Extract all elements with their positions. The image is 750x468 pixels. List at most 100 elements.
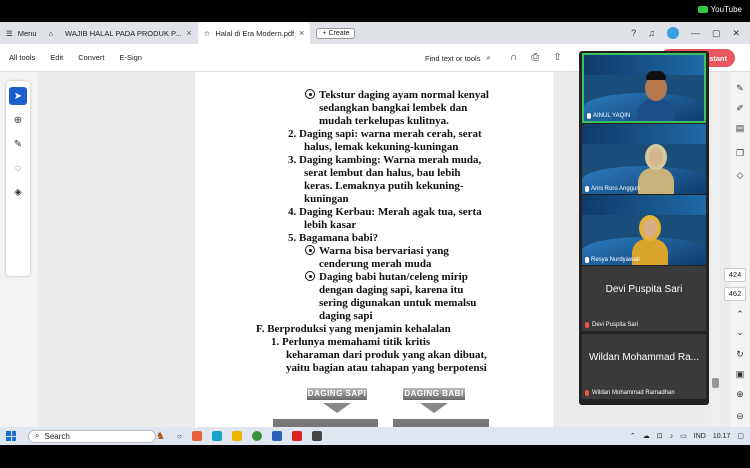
tile-name-tag: Devi Puspita Sari: [585, 322, 638, 328]
taskbar: ⌕ Search ♞ ○ ⌃ ☁ ⊡ ♪ ▭ IND 10.17 ▢: [0, 427, 750, 445]
zoom-tool[interactable]: ⊕: [9, 111, 27, 129]
doc-line: Daging babi hutan/celeng mirip: [305, 271, 468, 284]
doc-line: sering digunakan untuk memalsu: [319, 297, 477, 309]
maximize-icon[interactable]: ▢: [712, 28, 721, 39]
mic-icon: [585, 186, 589, 192]
save-icon[interactable]: ▣: [734, 368, 746, 380]
layers-icon[interactable]: ◇: [734, 169, 746, 181]
zoom-out-icon[interactable]: ⊖: [734, 410, 746, 422]
bell-icon[interactable]: ♫: [648, 28, 655, 38]
tab-halal-pdf[interactable]: ☆ Halal di Era Modern.pdf ×: [197, 22, 311, 44]
windows-start-icon[interactable]: [6, 431, 16, 441]
avatar[interactable]: [666, 27, 679, 39]
refresh-icon[interactable]: ↻: [734, 348, 746, 360]
participant-video[interactable]: Resya Nurdyawati: [582, 195, 706, 265]
edit-doc-icon[interactable]: ✐: [734, 102, 746, 114]
star-icon[interactable]: ☆: [204, 29, 211, 38]
doc-line: Warna bisa bervariasi yang: [305, 245, 449, 258]
edit-menu[interactable]: Edit: [50, 53, 63, 62]
doc-line: 2. Daging sapi: warna merah cerah, serat: [288, 128, 482, 140]
doc-line: lebih kasar: [304, 219, 357, 231]
word-icon[interactable]: [271, 431, 282, 441]
app-icon[interactable]: [191, 431, 202, 441]
doc-line: daging sapi: [319, 310, 373, 322]
participant-tile[interactable]: Wildan Mohammad Ra... Wildan Mohammad Ra…: [582, 334, 706, 399]
taskbar-search[interactable]: ⌕ Search: [28, 429, 156, 443]
find-tools[interactable]: Find text or tools ⌕: [425, 53, 491, 63]
headphones-icon[interactable]: ∩: [510, 52, 517, 63]
acrobat-icon[interactable]: [291, 431, 302, 441]
participant-photo: [638, 71, 674, 121]
esign-menu[interactable]: E-Sign: [119, 53, 142, 62]
battery-icon[interactable]: ▭: [680, 432, 687, 440]
tile-display-name: Wildan Mohammad Ra...: [588, 352, 700, 363]
doc-line: halus, lemak kekuning-kuningan: [304, 141, 459, 153]
tab-wajib-halal[interactable]: WAJIB HALAL PADA PRODUK P... ×: [59, 22, 198, 44]
participant-video[interactable]: Arini Roro Anggun: [582, 124, 706, 194]
zoom-in-icon[interactable]: ⊕: [734, 388, 746, 400]
video-overlay-top: YouTube: [0, 0, 750, 22]
window-controls: ? ♫ — ▢ ✕: [631, 22, 750, 44]
home-button[interactable]: ⌂: [43, 22, 60, 44]
tile-name-tag: Wildan Mohammad Ramadhan: [585, 390, 675, 396]
participant-tile[interactable]: Devi Puspita Sari Devi Puspita Sari: [582, 266, 706, 331]
notification-icon[interactable]: ▢: [737, 432, 744, 440]
doc-line: keras. Lemaknya putih kekuning-: [304, 180, 464, 192]
doc-line: serat lembut dan halus, bau lebih: [304, 167, 461, 179]
task-view-icon[interactable]: ○: [177, 432, 182, 441]
folder-icon[interactable]: [231, 431, 242, 441]
close-window-icon[interactable]: ✕: [732, 28, 740, 39]
cloud-icon[interactable]: ☁: [643, 432, 650, 440]
all-tools-menu[interactable]: All tools: [9, 53, 35, 62]
minimize-icon[interactable]: —: [691, 28, 700, 38]
participant-name-tag: Arini Roro Anggun: [585, 186, 640, 192]
print-icon[interactable]: ⎙: [531, 52, 539, 63]
participant-body: [638, 99, 674, 121]
create-label: Create: [328, 29, 350, 37]
chevron-up-icon[interactable]: ⌃: [734, 308, 746, 320]
video-overlay-bottom: [0, 445, 750, 468]
scrollbar-thumb[interactable]: [712, 378, 719, 388]
network-icon[interactable]: ⊡: [657, 432, 663, 440]
comment-icon[interactable]: ✎: [734, 82, 746, 94]
chrome-icon[interactable]: [251, 431, 262, 441]
left-tool-panel: ➤ ⊕ ✎ ◌ ◈: [0, 72, 38, 427]
menu-button[interactable]: ☰ Menu: [0, 22, 43, 44]
chevron-down-icon[interactable]: ⌄: [734, 326, 746, 338]
zoom-icon: ⊕: [13, 114, 23, 126]
doc-line: F. Berproduksi yang menjamin kehalalan: [256, 323, 451, 335]
upload-icon[interactable]: ⇧: [553, 52, 561, 63]
taskbar-apps: ○: [177, 431, 322, 441]
tile-label: Wildan Mohammad Ramadhan: [592, 390, 675, 396]
participant-video[interactable]: AINUL YAQIN: [582, 53, 706, 123]
chevron-up-icon[interactable]: ⌃: [630, 432, 636, 440]
participant-head: [639, 215, 661, 241]
menu-label: Menu: [17, 28, 37, 38]
fill-tool[interactable]: ◈: [9, 183, 27, 201]
lasso-tool[interactable]: ◌: [9, 159, 27, 177]
convert-menu[interactable]: Convert: [78, 53, 104, 62]
tile-display-name: Devi Puspita Sari: [605, 284, 683, 295]
create-button[interactable]: + Create: [316, 27, 356, 39]
tab-title: WAJIB HALAL PADA PRODUK P...: [65, 28, 182, 38]
volume-icon[interactable]: ♪: [670, 433, 674, 440]
vertical-scrollbar[interactable]: [711, 72, 720, 427]
meat-photo-babi: [393, 419, 489, 427]
mic-icon: [585, 257, 589, 263]
close-icon[interactable]: ×: [186, 28, 191, 38]
copy-icon[interactable]: ❐: [734, 147, 746, 159]
participant-name: Resya Nurdyawati: [591, 257, 640, 263]
edge-icon[interactable]: [211, 431, 222, 441]
fill-icon: ◈: [14, 186, 22, 198]
app-icon[interactable]: [311, 431, 322, 441]
help-icon[interactable]: ?: [631, 28, 636, 38]
select-cursor-tool[interactable]: ➤: [9, 87, 27, 105]
bookmark-icon[interactable]: ▤: [734, 122, 746, 134]
draw-tool[interactable]: ✎: [9, 135, 27, 153]
pdf-page: Tekstur daging ayam normal kenyal sedang…: [195, 72, 553, 427]
close-icon[interactable]: ×: [299, 28, 304, 38]
language-indicator[interactable]: IND: [694, 433, 706, 440]
current-page-number[interactable]: 424: [724, 268, 746, 282]
clock[interactable]: 10.17: [713, 433, 731, 440]
doc-line: cenderung merah muda: [319, 258, 432, 270]
